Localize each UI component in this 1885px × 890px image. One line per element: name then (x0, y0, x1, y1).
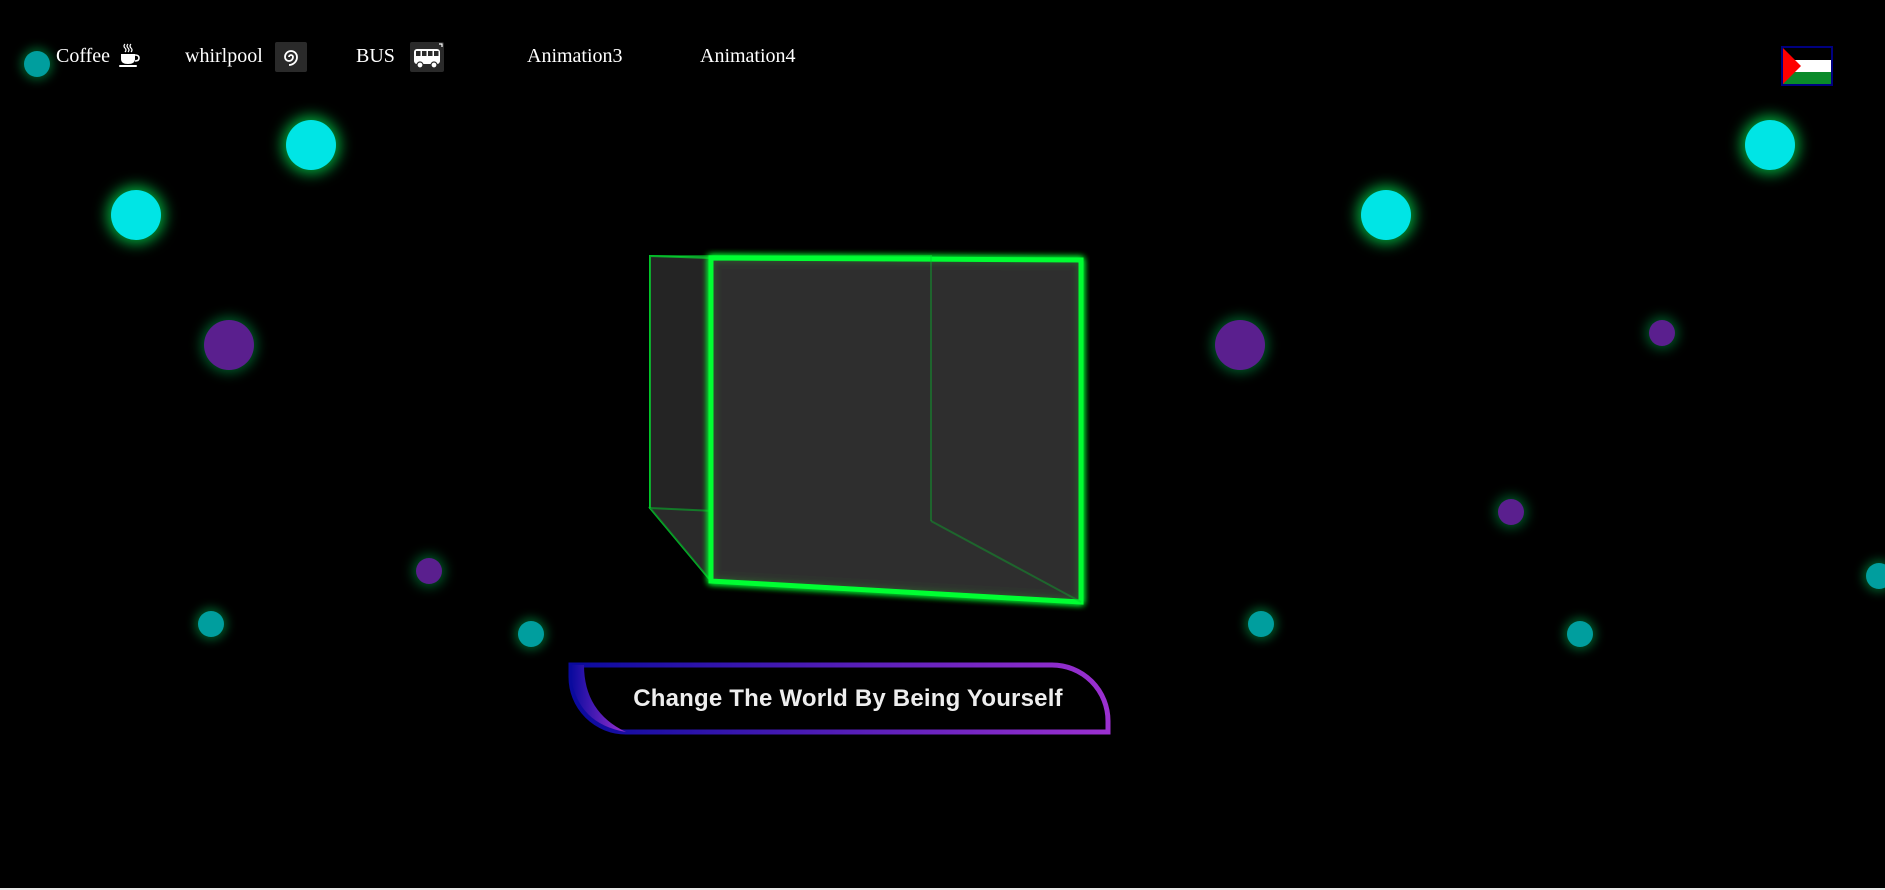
nav-link-whirlpool[interactable]: whirlpool (185, 44, 263, 68)
bubble (1866, 563, 1885, 589)
palestine-flag-icon[interactable] (1781, 46, 1833, 91)
bubble (1361, 190, 1411, 240)
glowing-cube-animation (647, 254, 1084, 605)
bubble (1215, 320, 1265, 370)
nav-link-bus[interactable]: BUS (356, 44, 395, 68)
bubble (1649, 320, 1675, 346)
nav-link-coffee-label: Coffee (56, 45, 111, 67)
nav-link-animation3[interactable]: Animation3 (527, 44, 623, 68)
nav-link-whirlpool-label: whirlpool (185, 45, 263, 67)
bubble (1498, 499, 1524, 525)
nav-link-animation3-label: Animation3 (527, 45, 623, 67)
bubble (198, 611, 224, 637)
page: Coffee whirlpool BUS Animation3 Animatio… (0, 0, 1885, 890)
nav-link-animation4-label: Animation4 (700, 45, 796, 67)
slogan-text: Change The World By Being Yourself (633, 685, 1063, 712)
bubble (1248, 611, 1274, 637)
bubble (518, 621, 544, 647)
bus-icon[interactable] (410, 42, 444, 77)
bubble (1567, 621, 1593, 647)
bubble (416, 558, 442, 584)
nav-link-bus-label: BUS (356, 45, 395, 67)
nav-link-coffee[interactable]: Coffee (56, 44, 110, 68)
nav-bubble-decoration (24, 51, 50, 77)
slogan-banner: Change The World By Being Yourself (568, 662, 1114, 736)
nav-link-animation4[interactable]: Animation4 (700, 44, 796, 68)
bubble (111, 190, 161, 240)
cube-front-face (708, 255, 1084, 605)
coffee-cup-icon[interactable] (116, 42, 142, 73)
bubble (286, 120, 336, 170)
bubble (1745, 120, 1795, 170)
whirlpool-icon[interactable] (275, 42, 307, 77)
bubble (204, 320, 254, 370)
